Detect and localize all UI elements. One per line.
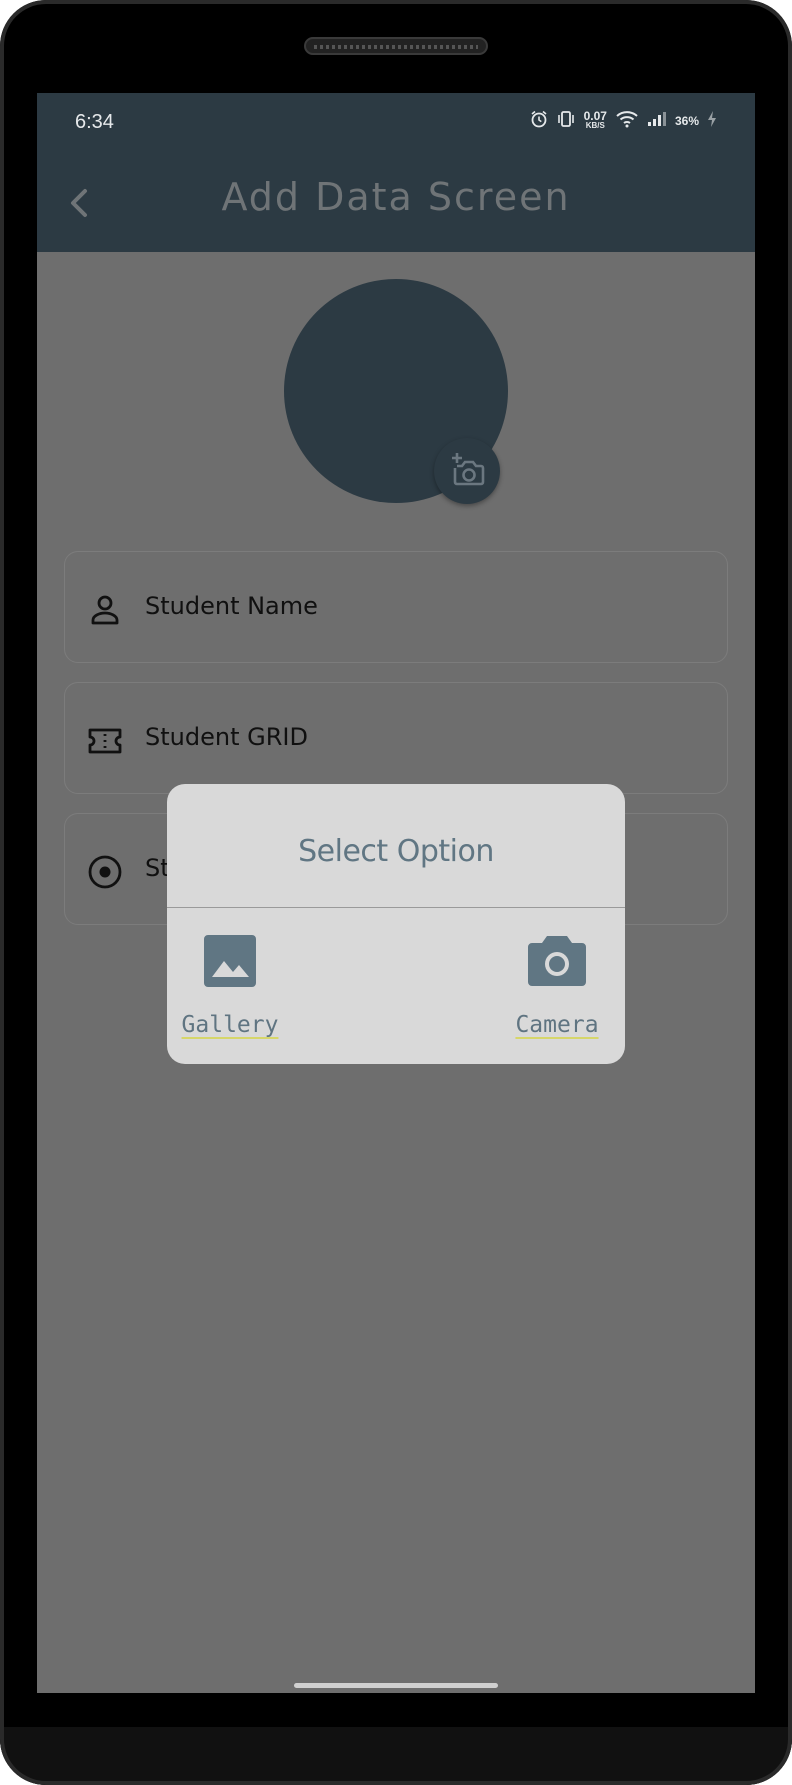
student-third-label: St bbox=[145, 854, 170, 882]
image-icon bbox=[203, 934, 257, 992]
charging-icon bbox=[707, 110, 717, 132]
add-photo-icon bbox=[452, 453, 485, 486]
ticket-icon bbox=[87, 723, 123, 759]
camera-option[interactable]: Camera bbox=[502, 934, 612, 1044]
phone-bottom-bezel bbox=[0, 1727, 792, 1785]
page-title: Add Data Screen bbox=[221, 175, 571, 219]
signal-icon bbox=[647, 111, 667, 131]
student-grid-label: Student GRID bbox=[145, 723, 308, 751]
status-icons: 0.07 KB/S 36% bbox=[530, 109, 717, 133]
status-bar: 6:34 0.07 KB/S 36% bbox=[37, 93, 755, 153]
home-indicator[interactable] bbox=[294, 1683, 498, 1688]
wifi-icon bbox=[615, 110, 639, 132]
battery-level: 36% bbox=[674, 114, 699, 128]
app-screen: 6:34 0.07 KB/S 36% Add Data Screen Stude… bbox=[37, 93, 755, 1693]
add-photo-button[interactable] bbox=[434, 438, 500, 504]
student-grid-field[interactable]: Student GRID bbox=[64, 682, 728, 794]
dialog-divider bbox=[167, 907, 625, 908]
person-icon bbox=[87, 592, 123, 628]
app-bar: Add Data Screen bbox=[37, 153, 755, 252]
radio-target-icon bbox=[87, 854, 123, 890]
alarm-icon bbox=[530, 110, 548, 132]
camera-label: Camera bbox=[515, 1012, 599, 1038]
phone-frame: 6:34 0.07 KB/S 36% Add Data Screen Stude… bbox=[0, 0, 792, 1785]
status-time: 6:34 bbox=[75, 111, 114, 133]
gallery-option[interactable]: Gallery bbox=[175, 934, 285, 1044]
net-speed: 0.07 KB/S bbox=[583, 109, 607, 130]
vibrate-icon bbox=[556, 109, 576, 133]
gallery-label: Gallery bbox=[181, 1012, 279, 1038]
select-option-dialog: Select Option Gallery Camera bbox=[167, 784, 625, 1064]
student-name-field[interactable]: Student Name bbox=[64, 551, 728, 663]
student-name-label: Student Name bbox=[145, 592, 318, 620]
dialog-title: Select Option bbox=[298, 834, 494, 869]
camera-icon bbox=[527, 934, 587, 992]
speaker-grille bbox=[304, 37, 488, 55]
